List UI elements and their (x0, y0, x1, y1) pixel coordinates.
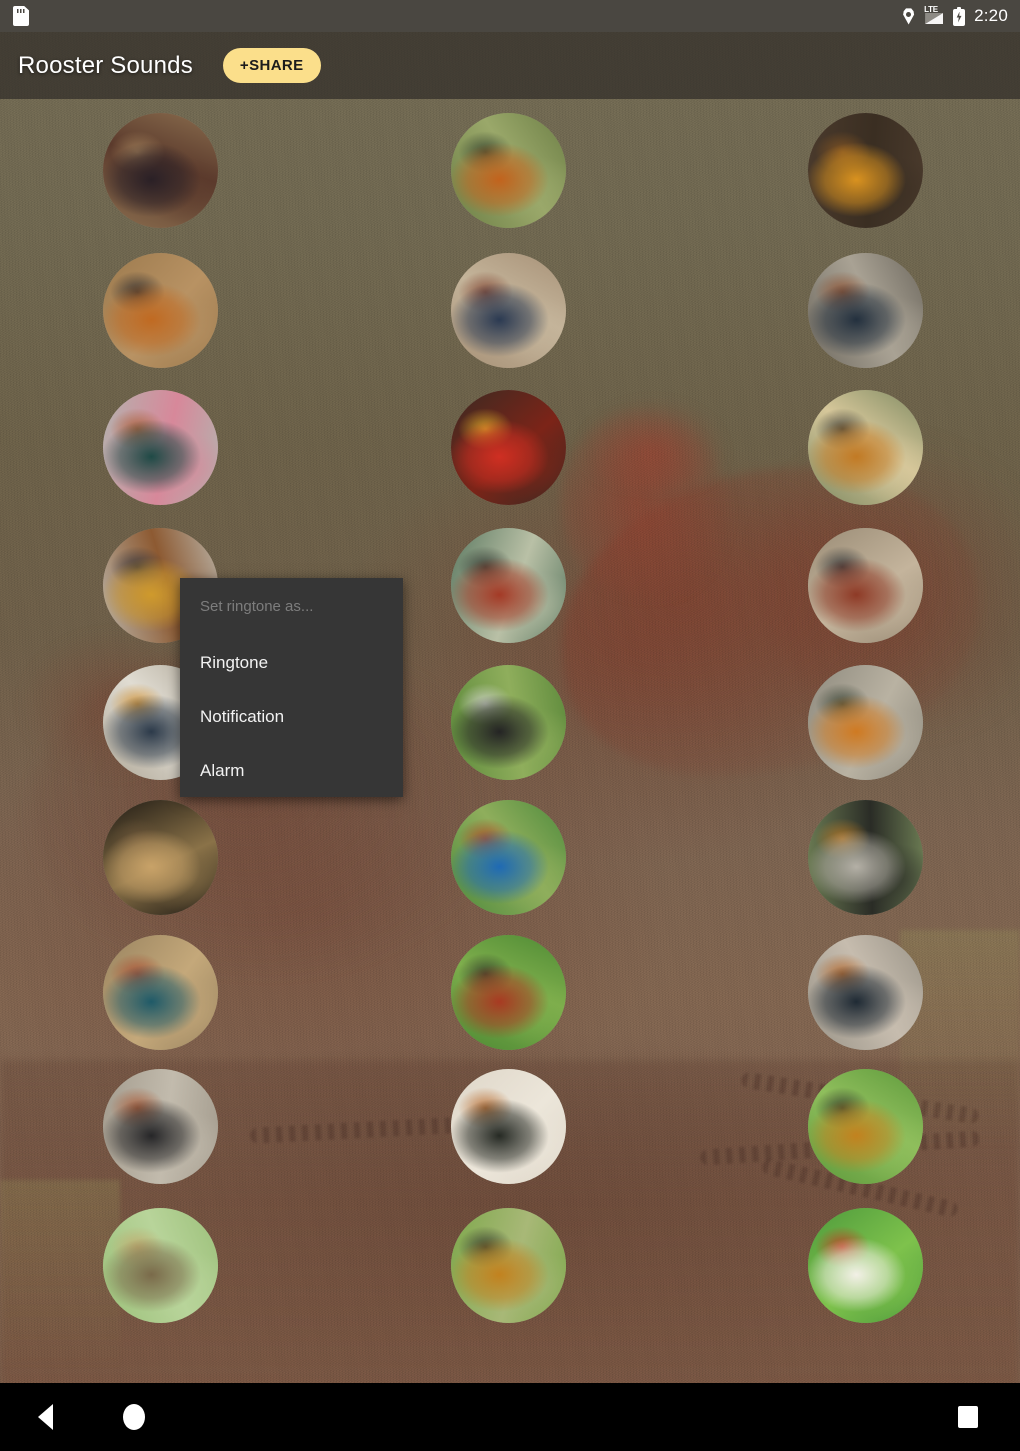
status-bar: LTE 2:20 (0, 0, 1020, 32)
sound-item[interactable] (807, 389, 923, 505)
status-bar-clock: 2:20 (974, 6, 1008, 25)
battery-charging-icon (953, 6, 966, 26)
rooster-thumbnail-image (450, 799, 566, 915)
sound-item[interactable] (807, 664, 923, 780)
sound-item[interactable] (102, 252, 218, 368)
menu-item-notification[interactable]: Notification (200, 707, 284, 727)
sound-item[interactable] (807, 934, 923, 1050)
sound-item[interactable] (450, 527, 566, 643)
sound-item[interactable] (450, 389, 566, 505)
share-button[interactable]: +SHARE (222, 48, 321, 83)
sound-item[interactable] (450, 1207, 566, 1323)
sound-item[interactable] (450, 1068, 566, 1184)
rooster-thumbnail-image (450, 934, 566, 1050)
app-screen: LTE 2:20 Rooster Sounds +SHARE Set ringt… (0, 0, 1020, 1451)
location-icon (902, 8, 915, 25)
sound-item[interactable] (807, 799, 923, 915)
sound-item[interactable] (450, 934, 566, 1050)
sound-item[interactable] (102, 1207, 218, 1323)
sound-item[interactable] (102, 799, 218, 915)
sound-item[interactable] (807, 527, 923, 643)
back-triangle-icon[interactable] (38, 1404, 53, 1430)
rooster-thumbnail-image (450, 389, 566, 505)
sound-item[interactable] (450, 252, 566, 368)
rooster-thumbnail-image (102, 1068, 218, 1184)
sound-item[interactable] (807, 1068, 923, 1184)
status-bar-right-cluster: LTE 2:20 (902, 6, 1008, 26)
rooster-thumbnail-image (102, 389, 218, 505)
sound-item[interactable] (102, 112, 218, 228)
rooster-thumbnail-image (807, 252, 923, 368)
sound-item[interactable] (807, 112, 923, 228)
sound-item[interactable] (807, 252, 923, 368)
rooster-thumbnail-image (807, 1068, 923, 1184)
app-bar: Rooster Sounds +SHARE (0, 32, 1020, 99)
lte-label: LTE (924, 5, 938, 14)
home-circle-icon[interactable] (123, 1404, 145, 1430)
lte-signal-icon: LTE (924, 5, 944, 25)
sd-card-icon (13, 6, 29, 26)
sound-item[interactable] (450, 799, 566, 915)
sound-item[interactable] (102, 934, 218, 1050)
sound-item[interactable] (102, 1068, 218, 1184)
rooster-thumbnail-image (807, 934, 923, 1050)
rooster-thumbnail-image (450, 252, 566, 368)
rooster-thumbnail-image (807, 799, 923, 915)
rooster-thumbnail-image (807, 389, 923, 505)
rooster-thumbnail-image (807, 112, 923, 228)
rooster-thumbnail-image (102, 112, 218, 228)
recents-square-icon[interactable] (958, 1406, 978, 1428)
page-title: Rooster Sounds (18, 51, 193, 79)
rooster-thumbnail-image (102, 934, 218, 1050)
rooster-thumbnail-image (450, 527, 566, 643)
rooster-thumbnail-image (102, 252, 218, 368)
rooster-thumbnail-image (807, 527, 923, 643)
sound-item[interactable] (450, 112, 566, 228)
sound-item[interactable] (102, 389, 218, 505)
rooster-thumbnail-image (807, 1207, 923, 1323)
sound-grid (0, 99, 1020, 1383)
set-ringtone-menu[interactable]: Set ringtone as... Ringtone Notification… (180, 578, 403, 797)
rooster-thumbnail-image (450, 664, 566, 780)
sound-item[interactable] (450, 664, 566, 780)
rooster-thumbnail-image (450, 1068, 566, 1184)
rooster-thumbnail-image (807, 664, 923, 780)
menu-item-ringtone[interactable]: Ringtone (200, 653, 268, 673)
navigation-bar (0, 1383, 1020, 1451)
rooster-thumbnail-image (102, 1207, 218, 1323)
rooster-thumbnail-image (450, 112, 566, 228)
menu-item-alarm[interactable]: Alarm (200, 761, 244, 781)
rooster-thumbnail-image (450, 1207, 566, 1323)
sound-item[interactable] (807, 1207, 923, 1323)
rooster-thumbnail-image (102, 799, 218, 915)
menu-header-label: Set ringtone as... (200, 598, 314, 615)
